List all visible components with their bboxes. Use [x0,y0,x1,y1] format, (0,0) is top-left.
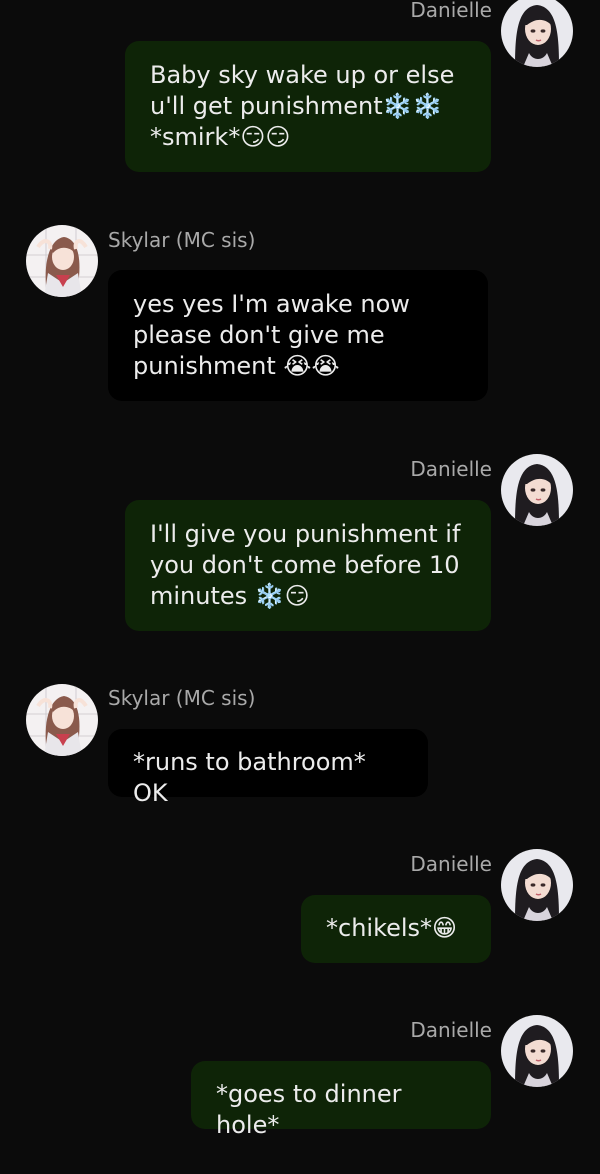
danielle-avatar-icon[interactable] [501,1015,573,1087]
danielle-avatar-icon[interactable] [501,849,573,921]
message-bubble[interactable]: I'll give you punishment if you don't co… [125,500,491,631]
sender-name: Danielle [410,457,492,481]
message-bubble[interactable]: *goes to dinner hole* [191,1061,491,1139]
skylar-avatar-icon[interactable] [26,684,98,756]
sender-name: Danielle [410,852,492,876]
danielle-avatar-icon[interactable] [501,0,573,67]
message-bubble[interactable]: *runs to bathroom* OK [108,729,428,807]
message-bubble[interactable]: *chikels*😁 [301,895,491,963]
message-bubble[interactable]: Baby sky wake up or else u'll get punish… [125,41,491,172]
sender-name: Danielle [410,0,492,22]
sender-name: Danielle [410,1018,492,1042]
message-bubble[interactable]: yes yes I'm awake now please don't give … [108,270,488,401]
chat-thread: Danielle Baby sky wake up or else u'll g… [0,0,600,1174]
skylar-avatar-icon[interactable] [26,225,98,297]
danielle-avatar-icon[interactable] [501,454,573,526]
sender-name: Skylar (MC sis) [108,686,256,710]
sender-name: Skylar (MC sis) [108,228,256,252]
